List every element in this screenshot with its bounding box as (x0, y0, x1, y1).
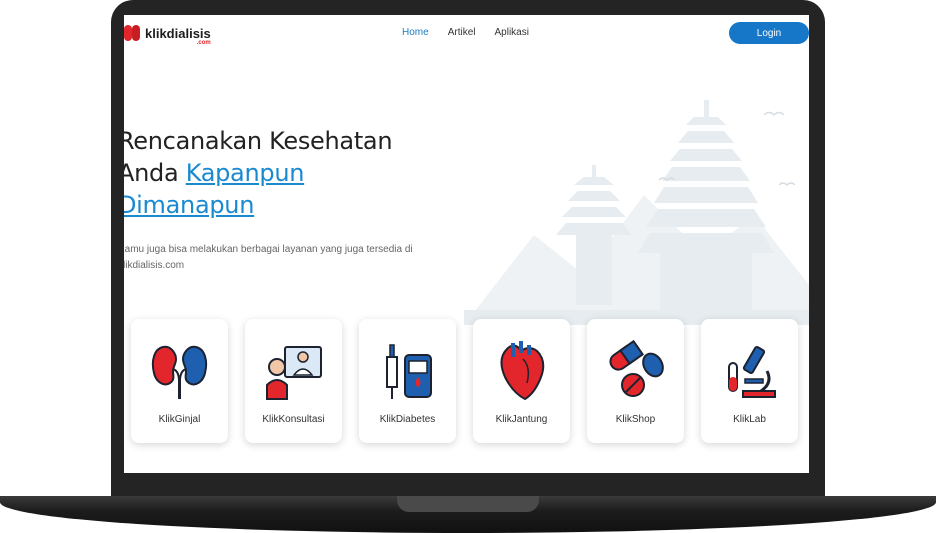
link-kapanpun[interactable]: Kapanpun (186, 159, 305, 187)
nav-aplikasi[interactable]: Aplikasi (494, 27, 528, 38)
laptop-notch (397, 496, 539, 512)
logo-mark-icon (124, 23, 142, 43)
service-label: KlikShop (615, 414, 656, 425)
temple-illustration (464, 100, 809, 325)
service-label: KlikJantung (495, 414, 548, 425)
login-button[interactable]: Login (729, 22, 809, 44)
brand-logo[interactable]: klikdialisis .com (124, 23, 211, 46)
service-card-klikdiabetes[interactable]: KlikDiabetes (359, 319, 456, 443)
hero-headline: Rencanakan Kesehatan Anda Kapanpun Diman… (124, 125, 438, 221)
service-label: KlikDiabetes (379, 414, 436, 425)
microscope-icon (728, 345, 776, 398)
main-nav: Home Artikel Aplikasi (402, 27, 529, 38)
doctor-consultation-icon (266, 346, 322, 400)
pills-icon (609, 339, 664, 397)
link-dimanapun[interactable]: Dimanapun (124, 191, 254, 219)
service-label: KlikLab (733, 414, 766, 425)
heart-icon (500, 341, 545, 401)
brand-suffix: .com (196, 39, 211, 46)
kidney-icon (151, 345, 208, 399)
service-card-kliklab[interactable]: KlikLab (701, 319, 798, 443)
headline-line2-prefix: Anda (124, 159, 186, 187)
nav-artikel[interactable]: Artikel (448, 27, 476, 38)
service-label: KlikGinjal (158, 414, 201, 425)
glucose-meter-icon (386, 344, 432, 399)
brand-name: klikdialisis .com (145, 25, 211, 46)
service-label: KlikKonsultasi (262, 414, 325, 425)
browser-viewport: klikdialisis .com Home Artikel Aplikasi … (124, 15, 809, 473)
service-cards: KlikGinjal KlikKonsultasi KlikDiabetes K… (131, 319, 798, 443)
service-card-klikkonsultasi[interactable]: KlikKonsultasi (245, 319, 342, 443)
service-card-klikjantung[interactable]: KlikJantung (473, 319, 570, 443)
headline-line1: Rencanakan Kesehatan (124, 127, 393, 155)
nav-home[interactable]: Home (402, 27, 429, 38)
service-card-klikginjal[interactable]: KlikGinjal (131, 319, 228, 443)
service-card-klikshop[interactable]: KlikShop (587, 319, 684, 443)
hero-subtitle: Kamu juga bisa melakukan berbagai layana… (124, 244, 413, 271)
